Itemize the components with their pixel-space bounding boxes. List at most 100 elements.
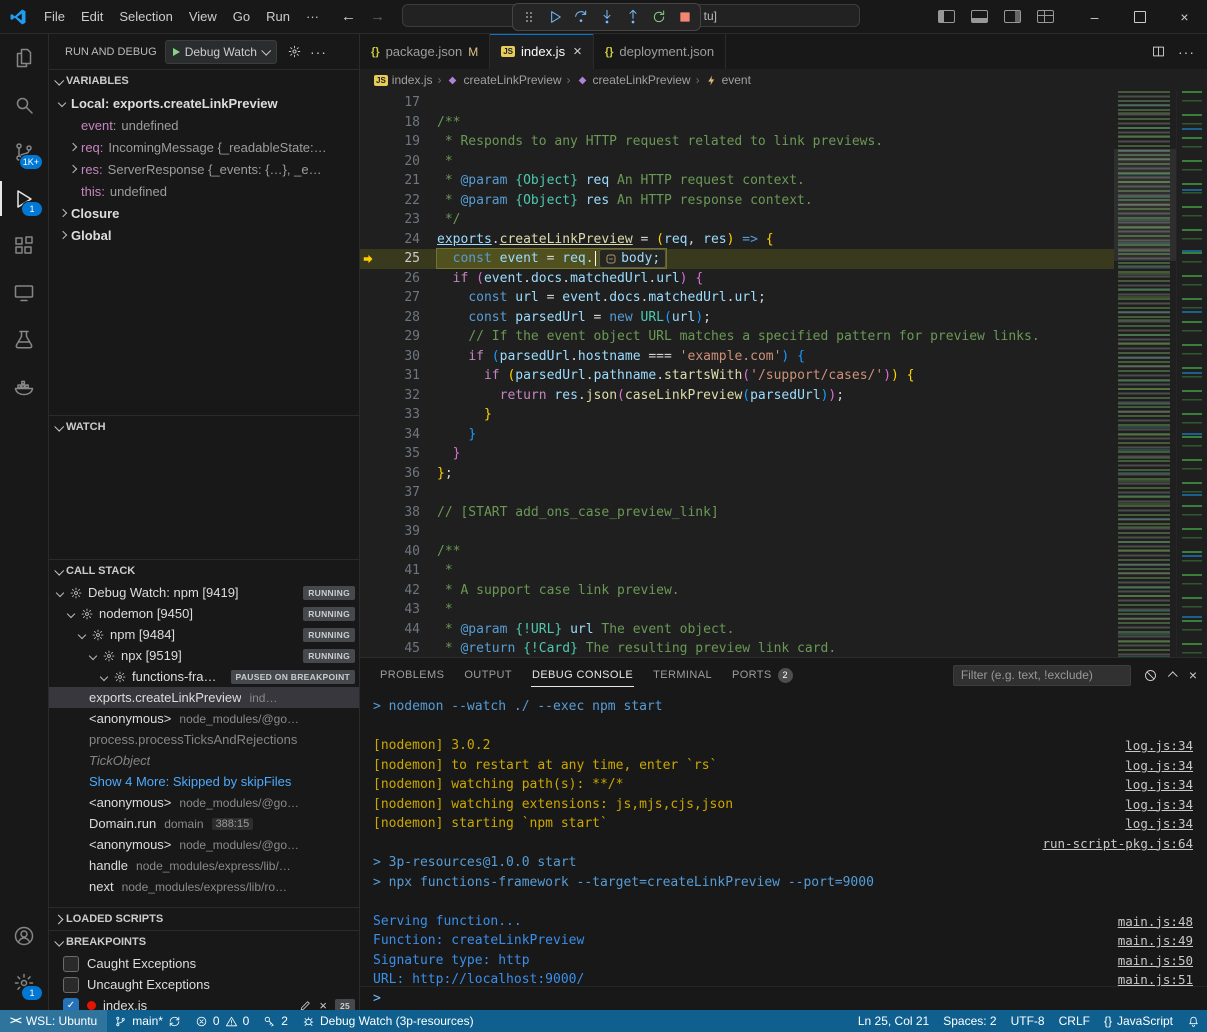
twisty-icon[interactable] (86, 645, 102, 666)
code-line[interactable]: 33 } (360, 405, 1114, 425)
edit-breakpoint-icon[interactable] (299, 999, 312, 1010)
menu-moremoremore[interactable]: ··· (298, 6, 327, 28)
maximize-button[interactable] (1117, 0, 1162, 33)
variable-row[interactable]: event:undefined (49, 114, 359, 136)
loaded-scripts-section-header[interactable]: LOADED SCRIPTS (49, 908, 359, 930)
activity-run-and-debug[interactable]: 1 (0, 175, 48, 222)
code-line[interactable]: 28 const parsedUrl = new URL(url); (360, 308, 1114, 328)
line-number[interactable]: 38 (378, 505, 420, 520)
twisty-icon[interactable] (65, 158, 81, 180)
breakpoint-checkbox[interactable] (63, 977, 79, 993)
debug-console-prompt[interactable]: > (360, 986, 1207, 1010)
maximize-panel-icon[interactable] (1170, 672, 1177, 679)
activity-remote-explorer[interactable] (0, 269, 48, 316)
call-stack-section-header[interactable]: CALL STACK (49, 560, 359, 582)
watch-section-header[interactable]: WATCH (49, 416, 359, 438)
line-number[interactable]: 17 (378, 95, 420, 110)
stack-frame-row[interactable]: handlenode_modules/express/lib/… (49, 855, 359, 876)
stack-frame-row[interactable]: <anonymous>node_modules/@go… (49, 834, 359, 855)
breadcrumb-item[interactable]: createLinkPreview (576, 73, 691, 87)
variable-row[interactable]: Closure (49, 202, 359, 224)
line-number[interactable]: 24 (378, 232, 420, 247)
line-number[interactable]: 22 (378, 193, 420, 208)
current-frame-arrow-icon[interactable] (360, 252, 378, 266)
editor-more-actions-icon[interactable]: ··· (1178, 44, 1195, 60)
code-line[interactable]: 35 } (360, 444, 1114, 464)
code-line[interactable]: 27 const url = event.docs.matchedUrl.url… (360, 288, 1114, 308)
twisty-icon[interactable] (53, 582, 69, 603)
code-line[interactable]: 45 * @return {!Card} The resulting previ… (360, 639, 1114, 657)
tab-package-json[interactable]: {}package.jsonM (360, 34, 490, 69)
toggle-panel-icon[interactable] (971, 10, 988, 23)
overview-ruler[interactable] (1176, 91, 1207, 657)
line-number[interactable]: 20 (378, 154, 420, 169)
debug-step-over-icon[interactable] (568, 6, 593, 28)
tab-deployment-json[interactable]: {}deployment.json (594, 34, 726, 69)
activity-containers[interactable] (0, 363, 48, 410)
line-number[interactable]: 44 (378, 622, 420, 637)
code-line[interactable]: 36}; (360, 464, 1114, 484)
status-debug-session[interactable]: Debug Watch (3p-resources) (295, 1010, 481, 1032)
debug-settings-gear-icon[interactable] (287, 44, 302, 59)
line-number[interactable]: 31 (378, 368, 420, 383)
debug-session-row[interactable]: npm [9484]RUNNING (49, 624, 359, 645)
panel-tab-output[interactable]: OUTPUT (454, 658, 522, 692)
minimap[interactable] (1114, 91, 1176, 657)
line-number[interactable]: 28 (378, 310, 420, 325)
activity-source-control[interactable]: 1K+ (0, 128, 48, 175)
source-link[interactable]: main.js:51 (1118, 972, 1193, 986)
debug-session-row[interactable]: npx [9519]RUNNING (49, 645, 359, 666)
line-number[interactable]: 23 (378, 212, 420, 227)
code-line[interactable]: 23 */ (360, 210, 1114, 230)
line-number[interactable]: 30 (378, 349, 420, 364)
panel-tab-terminal[interactable]: TERMINAL (643, 658, 722, 692)
line-number[interactable]: 21 (378, 173, 420, 188)
code-line[interactable]: 22 * @param {Object} res An HTTP respons… (360, 191, 1114, 211)
twisty-icon[interactable] (55, 224, 71, 246)
activity-extensions[interactable] (0, 222, 48, 269)
toggle-secondary-sidebar-icon[interactable] (1004, 10, 1021, 23)
debug-stop-icon[interactable] (672, 6, 697, 28)
line-number[interactable]: 35 (378, 446, 420, 461)
line-number[interactable]: 36 (378, 466, 420, 481)
line-number[interactable]: 27 (378, 290, 420, 305)
status-branch[interactable]: main* (107, 1010, 188, 1032)
source-link[interactable]: log.js:34 (1125, 816, 1193, 831)
breakpoints-section-header[interactable]: BREAKPOINTS (49, 931, 359, 953)
line-number[interactable]: 25 (378, 251, 420, 266)
source-link[interactable]: log.js:34 (1125, 738, 1193, 753)
line-number[interactable]: 42 (378, 583, 420, 598)
menu-go[interactable]: Go (225, 6, 258, 28)
toggle-primary-sidebar-icon[interactable] (938, 10, 955, 23)
breakpoint-checkbox[interactable] (63, 956, 79, 972)
debug-session-row[interactable]: nodemon [9450]RUNNING (49, 603, 359, 624)
variables-section-header[interactable]: VARIABLES (49, 70, 359, 92)
source-link[interactable]: main.js:49 (1118, 933, 1193, 948)
code-line[interactable]: 21 * @param {Object} req An HTTP request… (360, 171, 1114, 191)
variable-row[interactable]: this:undefined (49, 180, 359, 202)
breakpoint-checkbox[interactable]: ✓ (63, 998, 79, 1011)
debug-launch-dropdown[interactable]: Debug Watch (165, 40, 277, 64)
code-line[interactable]: 19 * Responds to any HTTP request relate… (360, 132, 1114, 152)
code-line[interactable]: 30 if (parsedUrl.hostname === 'example.c… (360, 347, 1114, 367)
twisty-icon[interactable] (55, 202, 71, 224)
code-line[interactable]: 44 * @param {!URL} url The event object. (360, 620, 1114, 640)
source-link[interactable]: main.js:48 (1118, 914, 1193, 929)
code-line[interactable]: 43 * (360, 600, 1114, 620)
forward-icon[interactable]: → (370, 8, 385, 25)
variable-row[interactable]: res:ServerResponse {_events: {…}, _e… (49, 158, 359, 180)
stack-frame-row[interactable]: <anonymous>node_modules/@go… (49, 792, 359, 813)
line-number[interactable]: 19 (378, 134, 420, 149)
debug-restart-icon[interactable] (646, 6, 671, 28)
variable-row[interactable]: Global (49, 224, 359, 246)
activity-settings[interactable]: 1 (0, 959, 48, 1006)
close-window-button[interactable]: × (1162, 0, 1207, 33)
line-number[interactable]: 29 (378, 329, 420, 344)
code-line[interactable]: 31 if (parsedUrl.pathname.startsWith('/s… (360, 366, 1114, 386)
tab-index-js[interactable]: JSindex.js× (490, 34, 594, 69)
status-encoding[interactable]: UTF-8 (1004, 1010, 1052, 1032)
status-keys[interactable]: 2 (256, 1010, 295, 1032)
inline-suggestion[interactable]: body; (599, 249, 666, 268)
line-number[interactable]: 43 (378, 602, 420, 617)
menu-file[interactable]: File (36, 6, 73, 28)
